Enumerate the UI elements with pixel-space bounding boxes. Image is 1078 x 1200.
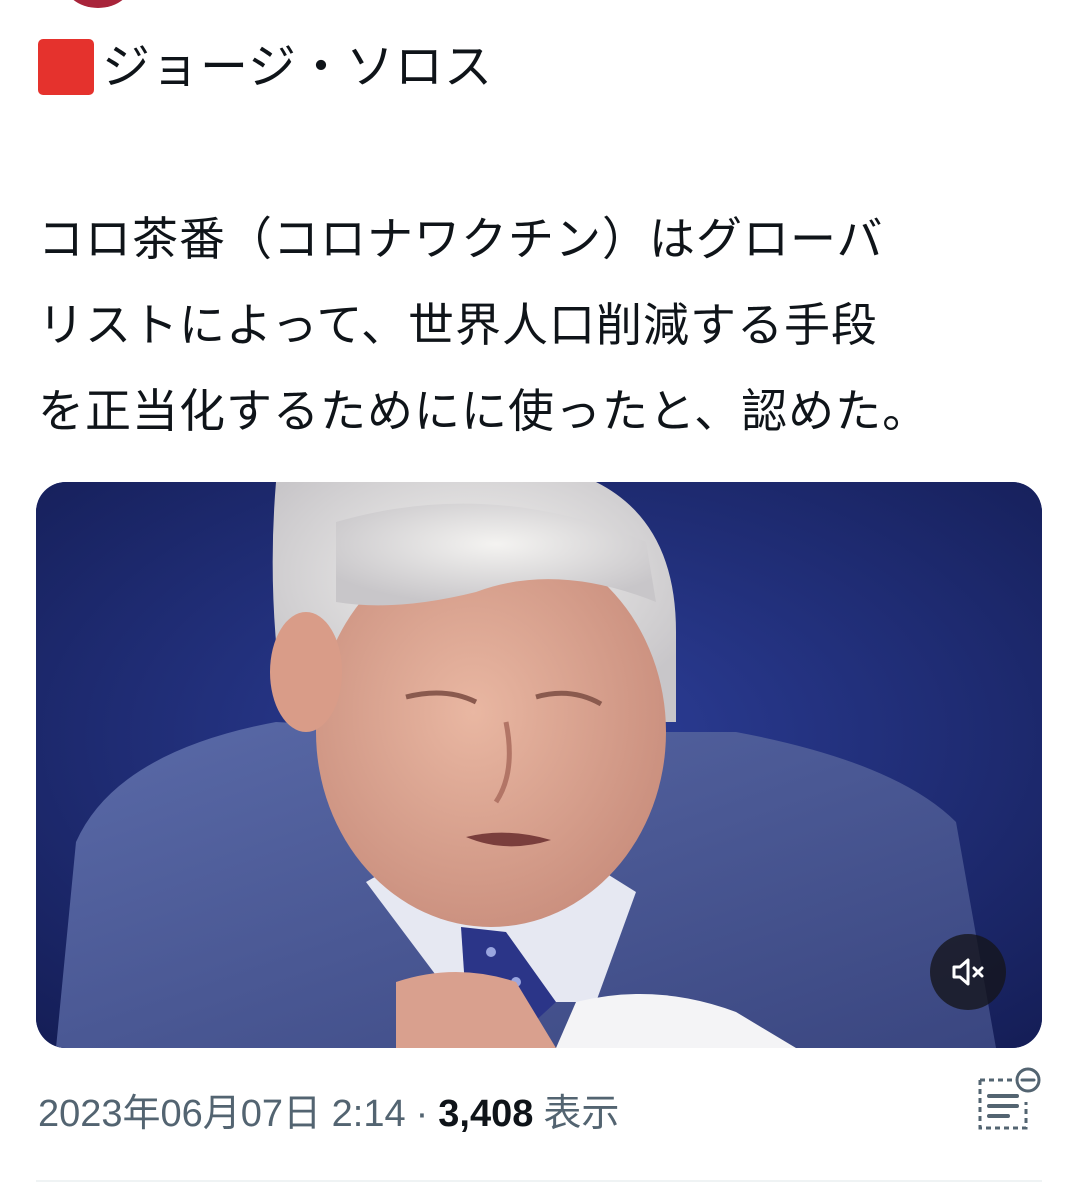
view-count-label: 表示 xyxy=(543,1093,620,1135)
muted-speaker-icon xyxy=(952,958,984,986)
meta-separator: · xyxy=(415,1093,429,1135)
divider xyxy=(36,1180,1042,1182)
red-square-icon xyxy=(38,39,94,95)
avatar[interactable] xyxy=(62,0,134,8)
community-note-icon xyxy=(978,1067,1041,1130)
tweet-title: ジョージ・ソロス xyxy=(38,28,1038,106)
tweet-text: ジョージ・ソロス コロ茶番（コロナワクチン）はグローバ リストによって、世界人口… xyxy=(38,28,1038,454)
tweet-body: コロ茶番（コロナワクチン）はグローバ リストによって、世界人口削減する手段 を正… xyxy=(38,196,1038,454)
timestamp[interactable]: 2023年06月07日 2:14 xyxy=(38,1093,406,1135)
video-frame xyxy=(36,482,1042,1048)
tweet-meta: 2023年06月07日 2:14 · 3,408 表示 xyxy=(38,1088,619,1140)
video-player[interactable] xyxy=(36,482,1042,1048)
community-note-button[interactable] xyxy=(972,1066,1044,1138)
mute-button[interactable] xyxy=(930,934,1006,1010)
tweet-body-line: コロ茶番（コロナワクチン）はグローバ xyxy=(38,212,884,266)
tweet-body-line: を正当化するためにに使ったと、認めた。 xyxy=(38,384,930,438)
tweet-body-line: リストによって、世界人口削減する手段 xyxy=(38,298,879,352)
tweet-title-text: ジョージ・ソロス xyxy=(102,39,494,95)
view-count: 3,408 xyxy=(438,1093,534,1135)
